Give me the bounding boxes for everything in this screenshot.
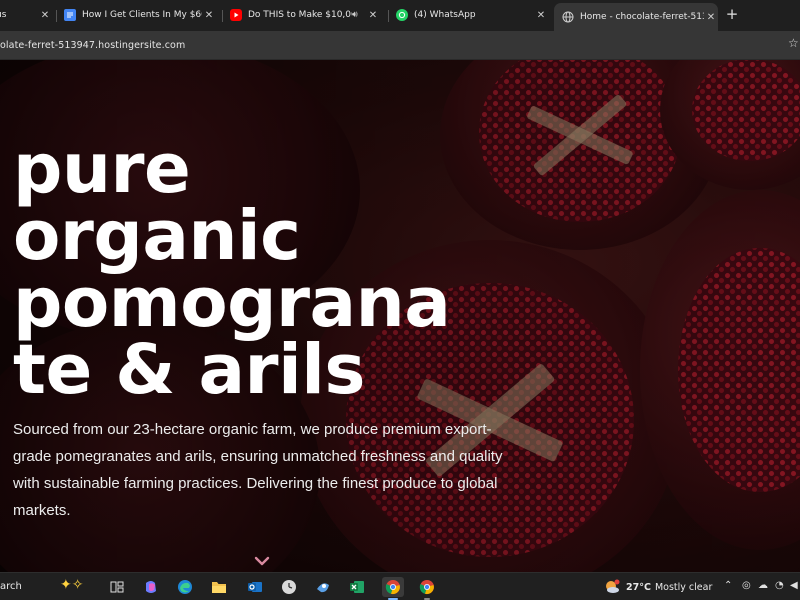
tab-1[interactable]: us ✕ [0,4,52,26]
chrome-icon[interactable] [382,577,404,600]
headline-line: pomogranа [13,263,451,343]
copilot-icon[interactable] [140,577,162,597]
tab-2[interactable]: How I Get Clients In My $60k / ✕ [64,4,216,26]
taskbar-search[interactable]: arch [0,581,22,592]
outlook-icon[interactable] [244,577,266,597]
chevron-down-icon[interactable] [253,554,271,568]
tab-title: us [0,10,7,20]
tab-4[interactable]: (4) WhatsApp ✕ [396,4,548,26]
chrome-icon[interactable] [416,577,438,600]
close-icon[interactable]: ✕ [366,10,380,21]
task-view-icon[interactable] [106,577,128,597]
weather-widget[interactable]: 27°C Mostly clear [604,577,712,597]
show-hidden-icons-icon[interactable]: ⌃ [724,580,732,591]
headline-line: organic [13,196,301,276]
youtube-icon [230,9,242,21]
network-icon[interactable]: ◔ [775,580,784,591]
tab-title: (4) WhatsApp [414,10,476,20]
hero-section: pure organic pomogranа te & arils Source… [0,60,800,572]
headline-line: pure [13,129,191,209]
close-icon[interactable]: ✕ [704,12,718,23]
excel-icon[interactable] [346,577,368,597]
edge-icon[interactable] [174,577,196,597]
close-icon[interactable]: ✕ [534,10,548,21]
tab-title: How I Get Clients In My $60k / [82,10,202,20]
tab-title: Home - chocolate-ferret-51394 [580,12,704,22]
weather-condition: Mostly clear [654,581,713,593]
browser-toolbar: olate-ferret-513947.hostingersite.com ☆ [0,31,800,60]
new-tab-button[interactable]: + [724,6,740,22]
location-icon[interactable]: ◎ [742,580,751,591]
cloud-icon[interactable]: ☁ [758,580,768,591]
globe-icon [562,11,574,23]
whatsapp-icon [396,9,408,21]
speaker-icon[interactable]: 🔊︎ [352,10,366,20]
moon-cloud-icon [606,579,620,593]
bookmark-star-icon[interactable]: ☆ [788,36,799,50]
tab-separator [388,10,389,22]
weather-temperature: 27°C [626,581,651,593]
hero-description: Sourced from our 23-hectare organic farm… [13,421,503,519]
file-explorer-icon[interactable] [208,577,230,597]
terminal-icon[interactable] [312,577,334,597]
tab-title: Do THIS to Make $10,000 a [248,10,352,20]
headline-line: te & arils [13,330,365,410]
tab-separator [56,10,57,22]
sparkle-icon[interactable]: ✦✧ [60,577,94,597]
hero-headline: pure organic pomogranа te & arils [13,129,533,410]
weather-text: 27°C Mostly clear [626,582,712,593]
browser-tab-strip: us ✕ How I Get Clients In My $60k / ✕ Do… [0,0,800,31]
docs-icon [64,9,76,21]
close-icon[interactable]: ✕ [38,10,52,21]
address-bar[interactable]: olate-ferret-513947.hostingersite.com [0,35,774,57]
windows-taskbar: arch ✦✧ 27°C Mostly clear ⌃ ◎ ☁ ◔ ◀ [0,572,800,600]
close-icon[interactable]: ✕ [202,10,216,21]
tab-3[interactable]: Do THIS to Make $10,000 a 🔊︎ ✕ [230,4,380,26]
volume-icon[interactable]: ◀ [790,580,798,591]
clock-icon[interactable] [278,577,300,597]
tab-separator [222,10,223,22]
tab-5-active[interactable]: Home - chocolate-ferret-51394 ✕ [554,3,718,31]
url-text[interactable]: olate-ferret-513947.hostingersite.com [0,40,185,51]
